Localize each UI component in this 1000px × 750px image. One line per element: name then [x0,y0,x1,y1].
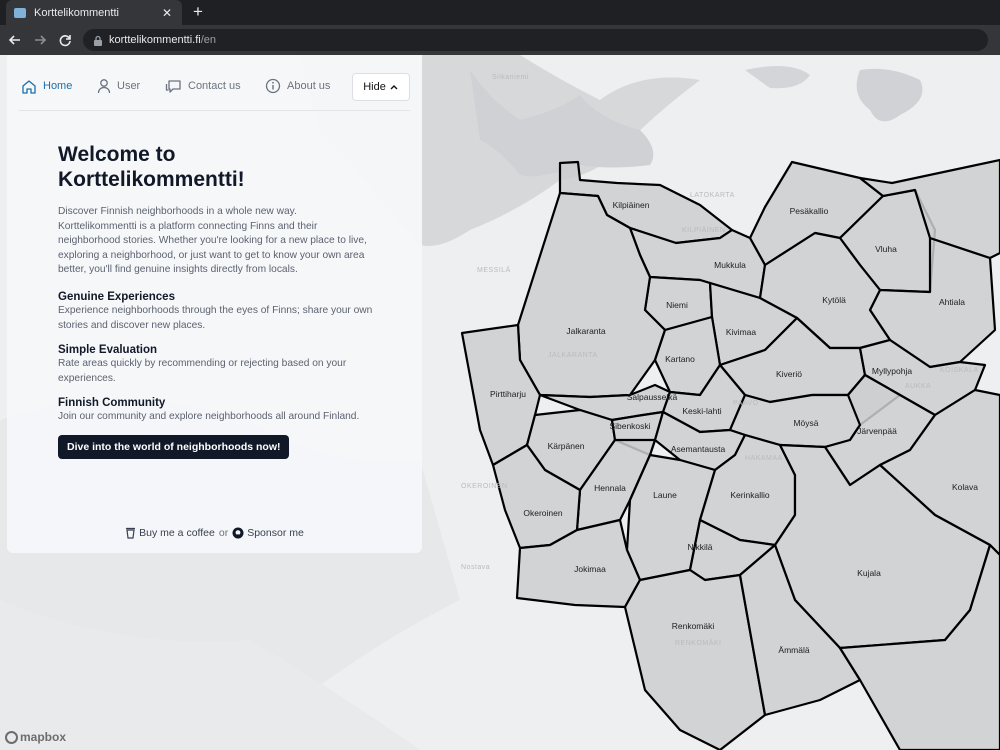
title-line-1: Welcome to [58,143,176,166]
neighborhood-label: Järvenpää [857,426,897,436]
place-label: KOISKALA [940,367,979,374]
info-panel: Home User Contact us About us Hide Welco… [7,55,422,553]
browser-tab[interactable]: Korttelikommentti ✕ [6,0,182,25]
hide-label: Hide [363,81,386,93]
intro-text: Discover Finnish neighborhoods in a whol… [58,206,367,276]
mapbox-logo[interactable]: mapbox [5,730,66,744]
forward-button[interactable] [30,30,50,50]
back-button[interactable] [5,30,25,50]
place-label: AUKKA [905,383,931,390]
neighborhood-label: Kilpiäinen [613,200,650,210]
new-tab-button[interactable]: + [188,2,208,22]
top-navigation: Home User Contact us About us Hide [7,55,422,111]
welcome-content: Welcome to Korttelikommentti! Discover F… [58,142,378,459]
neighborhood-label: Kujala [857,568,881,578]
chat-icon [165,79,181,93]
lock-icon [94,35,102,46]
section-text-genuine: Experience neighborhoods through the eye… [58,304,373,331]
section-text-evaluation: Rate areas quickly by recommending or re… [58,358,347,384]
explore-button[interactable]: Dive into the world of neighborhoods now… [58,434,290,459]
neighborhood-label: Ahtiala [939,297,965,307]
place-label: KILPIÄINEN [682,226,726,234]
neighborhood-label: Kartano [665,354,695,364]
info-icon [265,78,281,94]
neighborhood-label: Nikkilä [687,542,712,552]
neighborhood-label: Keski-lahti [682,406,721,416]
neighborhood-label: Myllypohja [872,366,912,376]
neighborhood-label: Ämmälä [778,645,809,655]
url-path: /en [200,34,216,46]
place-label: RENKOMÄKI [675,639,722,647]
place-label: LATOKARTA [690,192,735,199]
neighborhood-label: Jalkaranta [566,326,605,336]
section-title-genuine: Genuine Experiences [58,290,175,303]
page-title: Welcome to Korttelikommentti! [58,142,378,192]
neighborhood-label: Jokimaa [574,564,606,574]
home-icon [22,79,36,94]
neighborhood-polygons[interactable] [460,158,1000,750]
chevron-up-icon [390,85,398,90]
neighborhood-label: Sibenkoski [609,421,650,431]
or-text: or [218,526,229,539]
map-favicon-icon [14,7,26,18]
neighborhood-label: Okeroinen [523,508,562,518]
reload-button[interactable] [55,30,75,50]
support-footer: Buy me a coffee or Sponsor me [7,526,422,539]
arrow-right-icon [35,35,47,45]
neighborhood-label: Kärpänen [548,441,585,451]
nav-divider [19,110,410,111]
place-label: PAAVO [733,400,759,407]
nav-home[interactable]: Home [21,76,72,96]
place-label: HAKAMAA [745,455,783,462]
neighborhood-label: Niemi [666,300,688,310]
nav-about-label: About us [287,80,331,92]
mapbox-mark-icon [5,730,18,744]
hide-panel-button[interactable]: Hide [352,73,410,101]
buy-coffee-link[interactable]: Buy me a coffee [139,527,215,539]
nav-about[interactable]: About us [265,76,330,96]
section-title-community: Finnish Community [58,397,166,410]
neighborhood-label: Mukkula [714,260,746,270]
browser-tab-bar: Korttelikommentti ✕ + [0,0,1000,25]
reload-icon [59,35,71,47]
tab-title: Korttelikommentti [34,6,119,19]
neighborhood-label: Salpausselkä [627,392,678,402]
neighborhood-label: Asemantausta [671,444,726,454]
neighborhood-label: Vluha [875,244,897,254]
place-label: Nostava [461,564,490,571]
neighborhood-label: Laune [653,490,677,500]
coffee-cup-icon [126,527,136,539]
place-label: OKEROINEN [461,483,508,490]
neighborhood-label: Möysä [793,418,818,428]
section-text-community: Join our community and explore neighborh… [58,411,360,423]
place-label: Siikaniemi [492,74,529,81]
nav-contact-label: Contact us [188,80,241,92]
address-bar[interactable]: korttelikommentti.fi/en [83,29,988,51]
neighborhood-label: Hennala [594,483,626,493]
neighborhood-label: Pirttiharju [490,389,526,399]
section-title-evaluation: Simple Evaluation [58,344,158,357]
nav-home-label: Home [43,80,73,92]
neighborhood-label: Kivimaa [726,327,757,337]
place-label: MESSILÄ [477,266,511,274]
github-icon [232,527,244,538]
neighborhood-label: Kerinkallio [730,490,769,500]
neighborhood-label: Kolava [952,482,978,492]
neighborhood-label: Kiveriö [776,369,802,379]
nav-user-label: User [117,80,141,92]
user-icon [97,79,111,94]
place-label: JALKARANTA [548,352,598,359]
neighborhood-label: Pesäkallio [790,206,829,216]
nav-contact[interactable]: Contact us [165,76,241,96]
sponsor-link[interactable]: Sponsor me [247,527,304,539]
neighborhood-label: Kytölä [822,295,846,305]
neighborhood-label: Renkomäki [672,621,715,631]
nav-user[interactable]: User [97,76,140,96]
url-host: korttelikommentti.fi [109,34,201,46]
close-tab-icon[interactable]: ✕ [160,6,174,20]
arrow-left-icon [8,35,20,45]
mapbox-wordmark: mapbox [20,730,67,744]
title-line-2: Korttelikommentti! [58,168,245,191]
browser-toolbar: korttelikommentti.fi/en [0,25,1000,55]
